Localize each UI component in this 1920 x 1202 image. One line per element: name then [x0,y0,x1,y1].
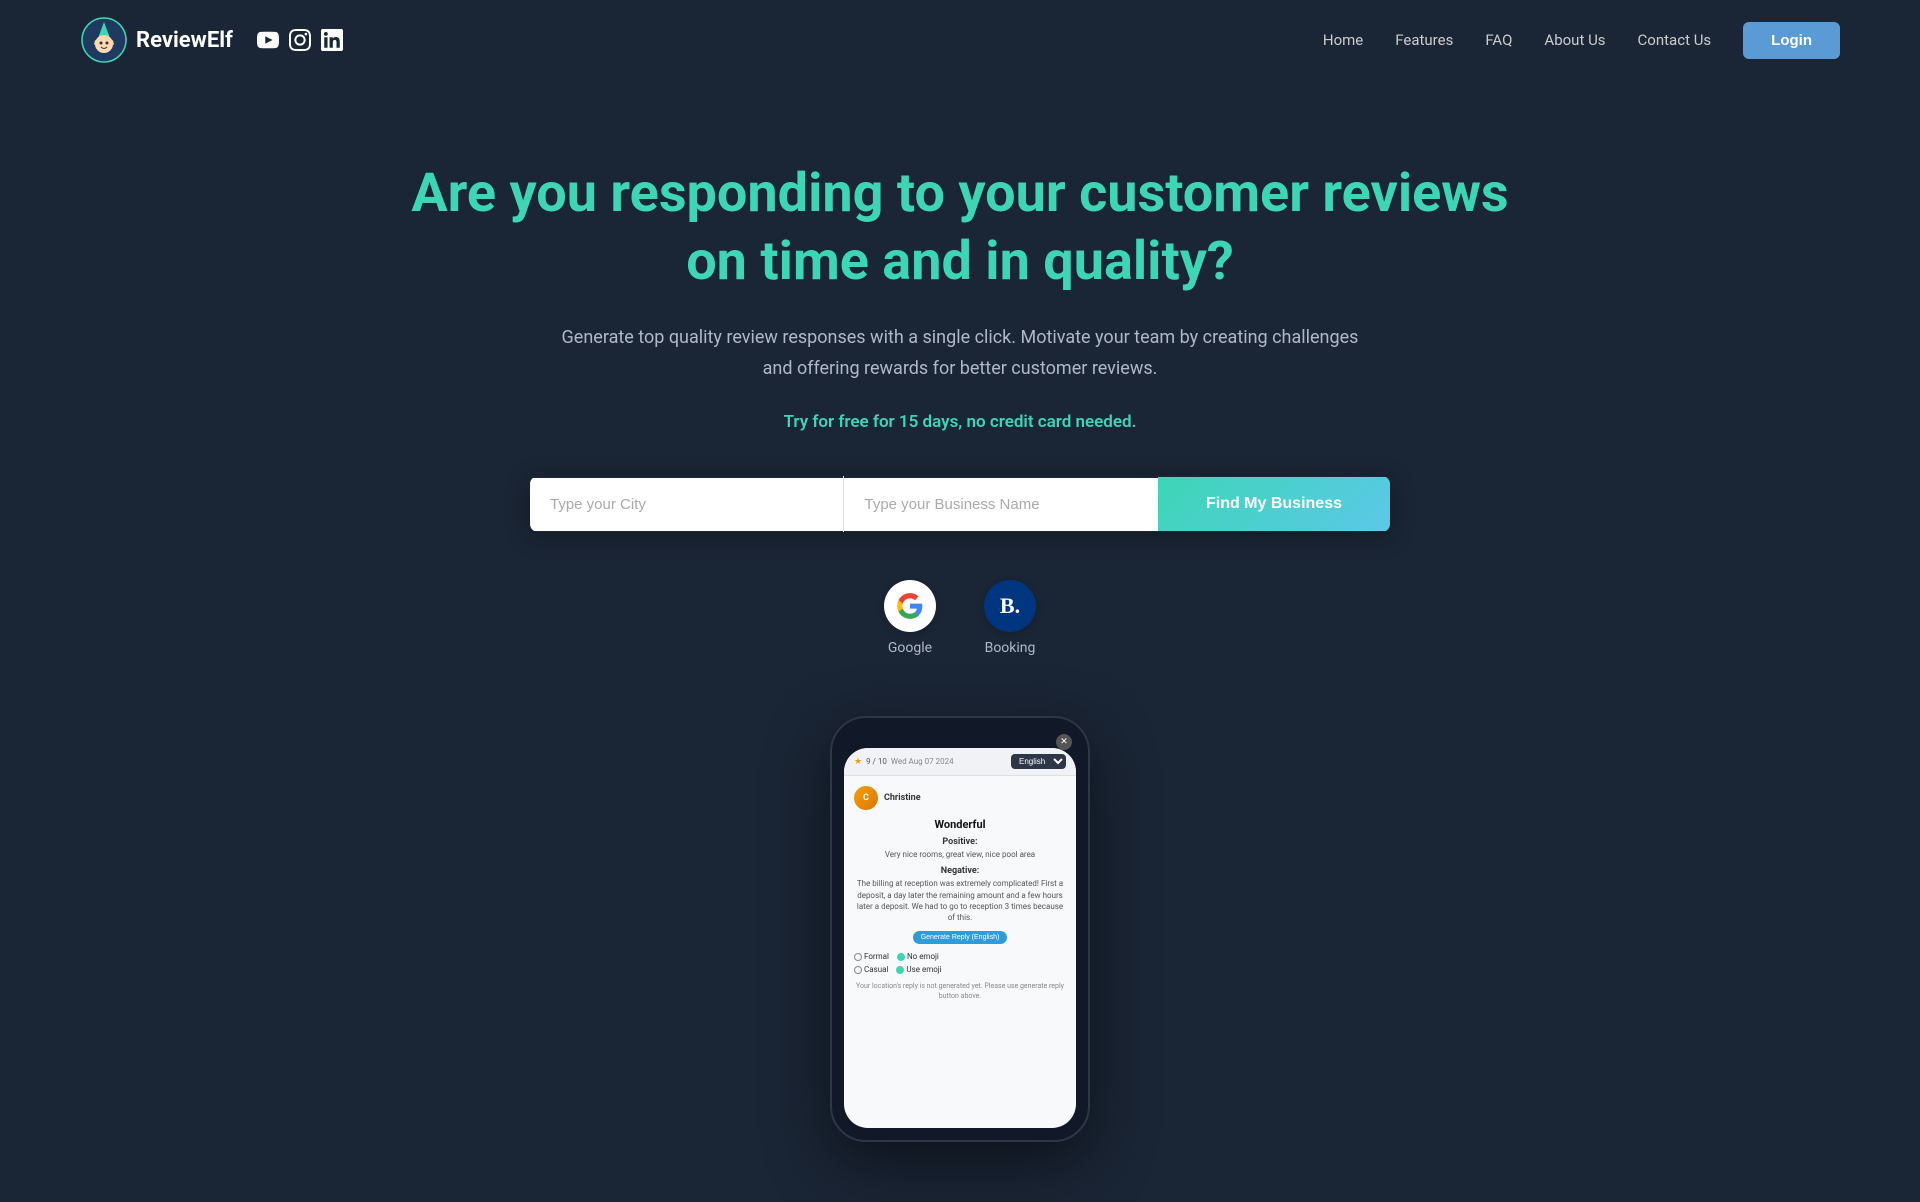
youtube-icon[interactable] [257,29,279,51]
casual-label: Casual [864,965,888,974]
hero-title: Are you responding to your customer revi… [410,160,1510,295]
nav-about-us[interactable]: About Us [1544,31,1605,49]
booking-label: Booking [985,640,1036,656]
generate-reply-button[interactable]: Generate Reply (English) [913,931,1008,944]
phone-section: ★ 9 / 10 Wed Aug 07 2024 English ✕ C Chr… [200,716,1720,1142]
use-emoji-label: Use emoji [906,965,941,974]
phone-top-bar: ★ 9 / 10 Wed Aug 07 2024 English ✕ [844,748,1076,776]
brand-name: ReviewElf [136,28,233,53]
logo-area: ReviewElf [80,16,343,64]
review-date: Wed Aug 07 2024 [891,757,954,766]
casual-radio[interactable] [854,966,862,974]
hero-subtitle: Generate top quality review responses wi… [560,323,1360,384]
phone-content: C Christine Wonderful Positive: Very nic… [844,776,1076,1012]
booking-logo-text: B. [1000,593,1020,619]
no-emoji-option[interactable]: No emoji [897,952,939,961]
formal-option[interactable]: Formal [854,952,889,961]
phone-footer-message: Your location's reply is not generated y… [854,982,1066,1002]
city-input[interactable] [530,478,843,531]
login-button[interactable]: Login [1743,22,1840,59]
reviewer-header: C Christine [854,786,1066,810]
close-button[interactable]: ✕ [1056,748,1072,750]
nav-home[interactable]: Home [1323,31,1363,49]
formal-radio[interactable] [854,953,862,961]
nav-features[interactable]: Features [1395,31,1453,49]
search-bar: Find My Business [530,476,1390,532]
main-nav: Home Features FAQ About Us Contact Us Lo… [1323,22,1840,59]
google-icon-circle [884,580,936,632]
google-label: Google [888,640,932,656]
negative-label: Negative: [854,866,1066,876]
positive-text: Very nice rooms, great view, nice pool a… [854,849,1066,860]
hero-section: Are you responding to your customer revi… [0,80,1920,1202]
no-emoji-label: No emoji [907,952,939,961]
casual-option[interactable]: Casual [854,965,888,974]
use-emoji-option[interactable]: Use emoji [896,965,941,974]
instagram-icon[interactable] [289,29,311,51]
negative-text: The billing at reception was extremely c… [854,878,1066,923]
language-select[interactable]: English [1011,754,1066,769]
business-input[interactable] [844,478,1157,531]
phone-mockup: ★ 9 / 10 Wed Aug 07 2024 English ✕ C Chr… [830,716,1090,1142]
platform-icons: Google B. Booking [884,580,1036,656]
nav-contact-us[interactable]: Contact Us [1638,31,1712,49]
hero-cta: Try for free for 15 days, no credit card… [784,412,1137,432]
review-title: Wonderful [854,818,1066,831]
positive-label: Positive: [854,837,1066,847]
star-1: ★ [854,757,862,767]
tone-options: Formal No emoji [854,952,1066,961]
header: ReviewElf Home Featu [0,0,1920,80]
star-rating: ★ [854,757,862,767]
score-text: 9 / 10 [866,757,887,766]
booking-icon-circle: B. [984,580,1036,632]
reviewer-name: Christine [884,793,921,803]
linkedin-icon[interactable] [321,29,343,51]
no-emoji-radio[interactable] [897,953,905,961]
reviewer-avatar: C [854,786,878,810]
nav-faq[interactable]: FAQ [1485,31,1512,49]
use-emoji-radio[interactable] [896,966,904,974]
logo-link[interactable]: ReviewElf [80,16,233,64]
formal-label: Formal [864,952,889,961]
social-icons [257,29,343,51]
google-platform: Google [884,580,936,656]
logo-icon [80,16,128,64]
phone-notch [920,730,1000,740]
find-business-button[interactable]: Find My Business [1158,477,1390,531]
booking-platform: B. Booking [984,580,1036,656]
emoji-options: Casual Use emoji [854,965,1066,974]
phone-screen: ★ 9 / 10 Wed Aug 07 2024 English ✕ C Chr… [844,748,1076,1128]
